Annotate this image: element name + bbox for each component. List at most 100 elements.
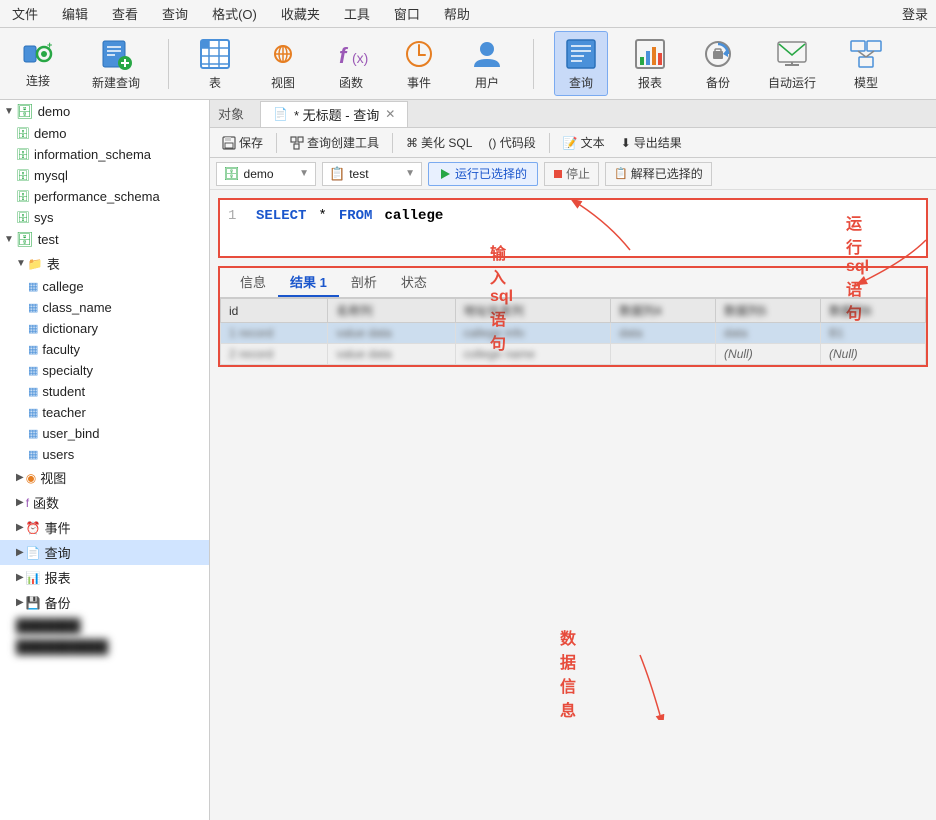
func-button[interactable]: f (x) 函数	[325, 32, 377, 95]
queries-icon: 📄	[26, 546, 41, 560]
sidebar-item-funcs-folder[interactable]: ▶ f 函数	[0, 490, 209, 515]
explain-button[interactable]: 📋 解释已选择的	[605, 162, 712, 186]
snippet-button[interactable]: () 代码段	[482, 132, 541, 153]
menu-file[interactable]: 文件	[8, 2, 42, 25]
menu-help[interactable]: 帮助	[440, 2, 474, 25]
table-button[interactable]: 表	[189, 32, 241, 95]
tab-query-label: * 无标题 - 查询	[294, 105, 379, 124]
sidebar-label-specialty: specialty	[42, 363, 93, 378]
sidebar-item-events-folder[interactable]: ▶ ⏰ 事件	[0, 515, 209, 540]
sidebar-item-callege[interactable]: ▦ callege	[0, 276, 209, 297]
report-label: 报表	[638, 74, 662, 91]
query-builder-button[interactable]: 查询创建工具	[284, 132, 385, 153]
sidebar-item-student[interactable]: ▦ student	[0, 381, 209, 402]
login-button[interactable]: 登录	[902, 4, 928, 23]
sql-editor[interactable]: 1 SELECT * FROM callege	[218, 198, 928, 258]
tab-bar: 对象 📄 * 无标题 - 查询 ✕	[210, 100, 936, 128]
model-button[interactable]: 模型	[840, 32, 892, 95]
db1-icon: 🗄	[223, 166, 240, 182]
menu-query[interactable]: 查询	[158, 2, 192, 25]
cell-2-2: value data	[328, 344, 455, 365]
sidebar-item-info-schema[interactable]: 🗄 information_schema	[0, 144, 209, 165]
sidebar-item-class-name[interactable]: ▦ class_name	[0, 297, 209, 318]
connect-button[interactable]: + 连接	[8, 34, 68, 93]
user-button[interactable]: 用户	[461, 32, 513, 95]
sidebar-item-test[interactable]: ▼ 🗄 test	[0, 228, 209, 251]
col-header-4: 数据列4	[611, 299, 716, 323]
sidebar-label-backup: 备份	[45, 593, 71, 612]
result-table-header: id 名称列 地址信息列 数据列4 数据列5 数据列6	[221, 299, 926, 323]
result-tab-result1[interactable]: 结果 1	[278, 268, 339, 297]
autorun-button[interactable]: 自动运行	[760, 32, 824, 95]
backup-icon	[700, 36, 736, 72]
result-tab-profile[interactable]: 剖析	[339, 268, 389, 297]
backup-button[interactable]: 备份	[692, 32, 744, 95]
sidebar-item-demo[interactable]: ▼ 🗄 demo	[0, 100, 209, 123]
sidebar-item-blurred2[interactable]: ██████████	[0, 636, 209, 657]
func-icon: f (x)	[333, 36, 369, 72]
sidebar-item-user-bind[interactable]: ▦ user_bind	[0, 423, 209, 444]
arrow-backup: ▶	[16, 597, 24, 608]
svg-text:f: f	[339, 43, 349, 68]
tab-object[interactable]: 对象	[218, 104, 244, 123]
sidebar-item-sys[interactable]: 🗄 sys	[0, 207, 209, 228]
menu-tools[interactable]: 工具	[340, 2, 374, 25]
sidebar-item-dictionary[interactable]: ▦ dictionary	[0, 318, 209, 339]
query-button[interactable]: 查询	[554, 31, 608, 96]
sidebar-item-blurred1[interactable]: ███████	[0, 615, 209, 636]
table-row[interactable]: 2 record value data college name (Null) …	[221, 344, 926, 365]
new-query-button[interactable]: 新建查询	[84, 32, 148, 95]
sidebar-item-mysql[interactable]: 🗄 mysql	[0, 165, 209, 186]
sidebar-item-teacher[interactable]: ▦ teacher	[0, 402, 209, 423]
db-selector-1[interactable]: 🗄 demo ▼	[216, 162, 316, 186]
menu-edit[interactable]: 编辑	[58, 2, 92, 25]
report-button[interactable]: 报表	[624, 32, 676, 95]
sidebar-item-tables-folder[interactable]: ▼ 📁 表	[0, 251, 209, 276]
sidebar-item-users[interactable]: ▦ users	[0, 444, 209, 465]
sidebar-item-faculty[interactable]: ▦ faculty	[0, 339, 209, 360]
menu-window[interactable]: 窗口	[390, 2, 424, 25]
sidebar-item-backup-folder[interactable]: ▶ 💾 备份	[0, 590, 209, 615]
menu-view[interactable]: 查看	[108, 2, 142, 25]
stop-button[interactable]: 停止	[544, 162, 599, 186]
sidebar-label-demo: demo	[38, 104, 71, 119]
tab-query[interactable]: 📄 * 无标题 - 查询 ✕	[260, 101, 408, 127]
sidebar-label-tables: 表	[47, 254, 60, 273]
sidebar-label-demo-db: demo	[34, 126, 67, 141]
save-button[interactable]: 保存	[216, 132, 269, 153]
new-query-label: 新建查询	[92, 74, 140, 91]
db-selector-2[interactable]: 📋 test ▼	[322, 162, 422, 186]
tab-close-button[interactable]: ✕	[385, 107, 395, 121]
export-button[interactable]: ⬇ 导出结果	[615, 132, 688, 153]
sidebar-item-reports-folder[interactable]: ▶ 📊 报表	[0, 565, 209, 590]
table-row[interactable]: 1 record value data callege info data da…	[221, 323, 926, 344]
view-button[interactable]: 视图	[257, 32, 309, 95]
sidebar-item-perf-schema[interactable]: 🗄 performance_schema	[0, 186, 209, 207]
run-button[interactable]: 运行已选择的	[428, 162, 538, 186]
menu-favorites[interactable]: 收藏夹	[277, 2, 324, 25]
menu-format[interactable]: 格式(O)	[208, 2, 261, 25]
cell-5-1: data	[716, 323, 821, 344]
result-tab-status[interactable]: 状态	[389, 268, 439, 297]
sidebar-item-demo-db[interactable]: 🗄 demo	[0, 123, 209, 144]
sidebar-label-queries: 查询	[45, 543, 71, 562]
sidebar-item-views-folder[interactable]: ▶ ◉ 视图	[0, 465, 209, 490]
user-icon	[469, 36, 505, 72]
cell-6-2: (Null)	[821, 344, 926, 365]
autorun-icon	[774, 36, 810, 72]
sidebar-label-class-name: class_name	[42, 300, 111, 315]
table-class-icon: ▦	[28, 301, 38, 314]
sidebar-label-funcs: 函数	[33, 493, 59, 512]
event-button[interactable]: 事件	[393, 32, 445, 95]
result-tab-info[interactable]: 信息	[228, 268, 278, 297]
beautify-button[interactable]: ⌘ 美化 SQL	[400, 132, 478, 153]
sidebar-label-teacher: teacher	[42, 405, 85, 420]
model-icon	[848, 36, 884, 72]
db-small-icon2: 🗄	[16, 148, 30, 161]
text-button[interactable]: 📝 文本	[557, 132, 611, 153]
export-icon: ⬇	[621, 136, 631, 150]
sidebar-item-specialty[interactable]: ▦ specialty	[0, 360, 209, 381]
sidebar-item-queries-folder[interactable]: ▶ 📄 查询	[0, 540, 209, 565]
sql-star: *	[318, 208, 326, 224]
table-users-icon: ▦	[28, 448, 38, 461]
